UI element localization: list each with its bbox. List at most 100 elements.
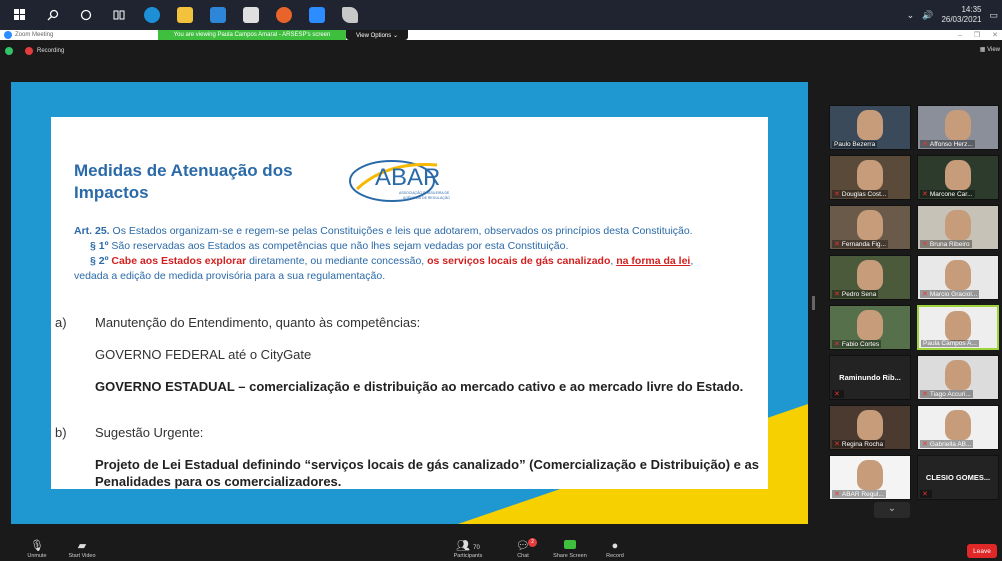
windows-icon[interactable] <box>7 2 33 28</box>
task-view-icon[interactable] <box>106 2 132 28</box>
participant-name: Paula Campos A... <box>921 340 979 347</box>
chat-button[interactable]: 💬︎ 2 Chat <box>498 538 548 559</box>
volume-icon[interactable]: 🔊 <box>922 10 933 21</box>
muted-mic-icon: ✕ <box>922 441 928 448</box>
participants-label: Participants <box>453 553 483 559</box>
participant-face <box>945 360 971 390</box>
muted-mic-icon: ✕ <box>922 491 928 498</box>
participant-face <box>857 410 883 440</box>
muted-mic-icon: ✕ <box>922 241 928 248</box>
presentation-slide: Medidas de Atenuação dos Impactos ABAR A… <box>51 117 768 489</box>
participant-tile[interactable]: ✕ Regina Rocha <box>829 405 911 450</box>
participant-name-text: Bruna Ribeiro <box>929 241 970 248</box>
slide-title: Medidas de Atenuação dos Impactos <box>74 161 293 202</box>
participant-name-large: CLESIO GOMES... <box>925 473 991 482</box>
participant-name-text: Gabriella AB... <box>929 441 972 448</box>
participant-tile[interactable]: ✕ Douglas Cost... <box>829 155 911 200</box>
participant-name-large: Raminundo Rib... <box>839 373 901 382</box>
scroll-down-button[interactable]: ⌄ <box>874 502 910 518</box>
paragraph-2: § 2º Cabe aos Estados explorar diretamen… <box>74 254 754 269</box>
participant-tile[interactable]: ✕ Gabriella AB... <box>917 405 999 450</box>
windows-taskbar: ⌄ 🔊 14:35 26/03/2021 ▭ <box>0 0 1002 30</box>
unmute-button[interactable]: 🎙︎ Unmute <box>12 539 62 559</box>
zoom-icon[interactable] <box>304 2 330 28</box>
participant-name: ✕ Affonso Herz... <box>920 140 975 148</box>
participant-tile[interactable]: CLESIO GOMES... ✕ <box>917 455 999 500</box>
participant-tile[interactable]: ✕ Marcio Graciol... <box>917 255 999 300</box>
share-screen-label: Share Screen <box>553 553 587 559</box>
participant-name-text: Fernanda Fig... <box>841 241 886 248</box>
article-body: Os Estados organizam-se e regem-se pelas… <box>109 225 693 237</box>
meeting-toolbar: 🎙︎ Unmute ▰ Start Video 👥︎ 70 Participan… <box>0 538 1002 561</box>
item-b-label: b) <box>55 425 67 440</box>
recording-label: Recording <box>37 48 65 54</box>
participant-name-text: Pedro Sena <box>841 291 877 298</box>
abar-logo: ABAR ASSOCIAÇÃO BRASILEIRA DE AGÊNCIAS D… <box>347 151 462 206</box>
view-options-button[interactable]: View Options ⌄ <box>346 30 408 40</box>
file-explorer-icon[interactable] <box>172 2 198 28</box>
participant-tile[interactable]: Raminundo Rib... ✕ <box>829 355 911 400</box>
participants-icon: 👥︎ 70 <box>456 540 480 552</box>
logo-text: ABAR <box>375 164 440 191</box>
participant-tile[interactable]: ✕ Tiago Accuri... <box>917 355 999 400</box>
record-button[interactable]: ● Record <box>590 539 640 559</box>
article-label: Art. 25. <box>74 225 110 237</box>
security-shield-icon[interactable] <box>5 47 13 55</box>
participants-count: 70 <box>473 545 480 551</box>
muted-mic-icon: ✕ <box>834 441 840 448</box>
participant-tile[interactable]: Paulo Bezerra <box>829 105 911 150</box>
shared-screen: Medidas de Atenuação dos Impactos ABAR A… <box>11 82 808 524</box>
chevron-up-icon[interactable]: ⌄ <box>907 10 915 21</box>
recording-dot-icon <box>25 47 33 55</box>
clock[interactable]: 14:35 26/03/2021 <box>941 5 981 25</box>
participant-tile[interactable]: ✕ Fernanda Fig... <box>829 205 911 250</box>
participant-tile[interactable]: ✕ Bruna Ribeiro <box>917 205 999 250</box>
participant-face <box>857 260 883 290</box>
cortana-icon[interactable] <box>73 2 99 28</box>
muted-mic-icon: ✕ <box>834 291 840 298</box>
share-screen-button[interactable]: Share Screen <box>545 539 595 559</box>
panel-resize-handle[interactable] <box>812 296 815 310</box>
participants-button[interactable]: 👥︎ 70 Participants <box>443 539 493 559</box>
minimize-icon[interactable]: – <box>958 32 962 39</box>
participant-face <box>857 110 883 140</box>
participant-name: ✕ Douglas Cost... <box>832 190 889 198</box>
chrome-icon[interactable] <box>139 2 165 28</box>
article-25-text: Art. 25. Os Estados organizam-se e regem… <box>74 224 754 284</box>
leave-button[interactable]: Leave <box>967 544 997 558</box>
item-a-text: Manutenção do Entendimento, quanto às co… <box>95 315 421 330</box>
view-button[interactable]: ▦ View <box>980 46 1000 53</box>
chat-label: Chat <box>517 553 529 559</box>
mail-icon[interactable] <box>205 2 231 28</box>
item-b: b) Sugestão Urgente: <box>55 424 755 442</box>
participant-tile[interactable]: ✕ ABAR Regul... <box>829 455 911 500</box>
item-b-text: Sugestão Urgente: <box>95 425 204 440</box>
search-icon[interactable] <box>40 2 66 28</box>
video-off-icon: ▰ <box>77 540 87 552</box>
store-icon[interactable] <box>238 2 264 28</box>
view-label: View <box>987 47 1000 53</box>
restore-icon[interactable]: ❐ <box>974 31 980 39</box>
meeting-info-row: Recording ▦ View <box>0 40 1002 62</box>
participant-name: ✕ Gabriella AB... <box>920 440 974 448</box>
participant-tile[interactable]: ✕ Marcone Car... <box>917 155 999 200</box>
firefox-icon[interactable] <box>271 2 297 28</box>
participant-name-text: Paula Campos A... <box>923 340 977 347</box>
paint-icon[interactable] <box>337 2 363 28</box>
participant-name: ✕ <box>832 390 844 398</box>
participant-tile[interactable]: ✕ Pedro Sena <box>829 255 911 300</box>
unmute-label: Unmute <box>27 553 47 559</box>
participant-tile[interactable]: ✕ Affonso Herz... <box>917 105 999 150</box>
logo-subtext-1: ASSOCIAÇÃO BRASILEIRA DE <box>399 190 450 195</box>
participant-tile[interactable]: ✕ Fabio Cortes <box>829 305 911 350</box>
close-icon[interactable]: ✕ <box>992 31 998 39</box>
participant-tile[interactable]: Paula Campos A... <box>917 305 999 350</box>
notification-icon[interactable]: ▭ <box>989 10 998 21</box>
participant-name-text: Affonso Herz... <box>929 141 973 148</box>
participant-face <box>857 160 883 190</box>
window-title: Zoom Meeting <box>15 32 54 38</box>
participant-name-text: ABAR Regul... <box>841 491 884 498</box>
participant-name: ✕ Bruna Ribeiro <box>920 240 972 248</box>
start-video-button[interactable]: ▰ Start Video <box>57 539 107 559</box>
chat-icon: 💬︎ <box>516 540 530 552</box>
